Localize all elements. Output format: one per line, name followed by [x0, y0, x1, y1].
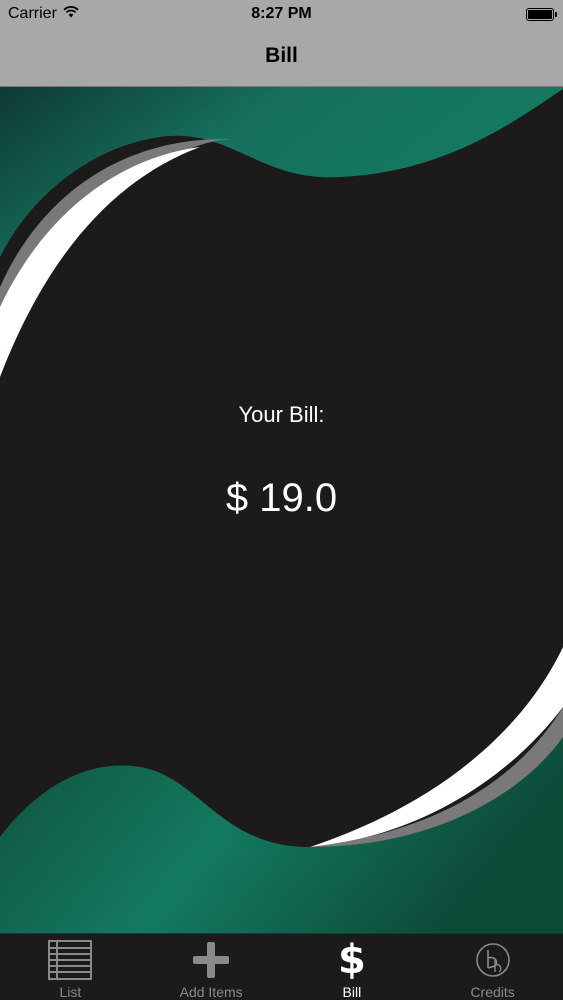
tab-bar: List Add Items $ Bill Credits [0, 933, 563, 1000]
tab-label-credits: Credits [470, 984, 515, 1000]
list-icon [48, 940, 93, 980]
bill-screen: Carrier 8:27 PM Bill Your Bill: $ 19.0 L… [0, 0, 563, 1000]
page-title: Bill [265, 44, 298, 67]
status-bar: Carrier 8:27 PM [0, 0, 563, 28]
tab-label-list: List [59, 984, 82, 1000]
battery-icon [526, 8, 557, 21]
tab-label-add-items: Add Items [179, 984, 243, 1000]
credits-icon [475, 940, 511, 980]
tab-add-items[interactable]: Add Items [141, 934, 282, 1000]
tab-bill[interactable]: $ Bill [282, 934, 423, 1000]
tab-label-bill: Bill [342, 984, 362, 1000]
bill-amount: $ 19.0 [225, 476, 338, 520]
status-time: 8:27 PM [251, 5, 312, 22]
bill-label: Your Bill: [238, 402, 325, 427]
nav-bar: Bill [0, 28, 563, 87]
dollar-icon: $ [337, 937, 366, 983]
plus-icon [191, 940, 231, 980]
tab-credits[interactable]: Credits [422, 934, 563, 1000]
tab-list[interactable]: List [0, 934, 141, 1000]
